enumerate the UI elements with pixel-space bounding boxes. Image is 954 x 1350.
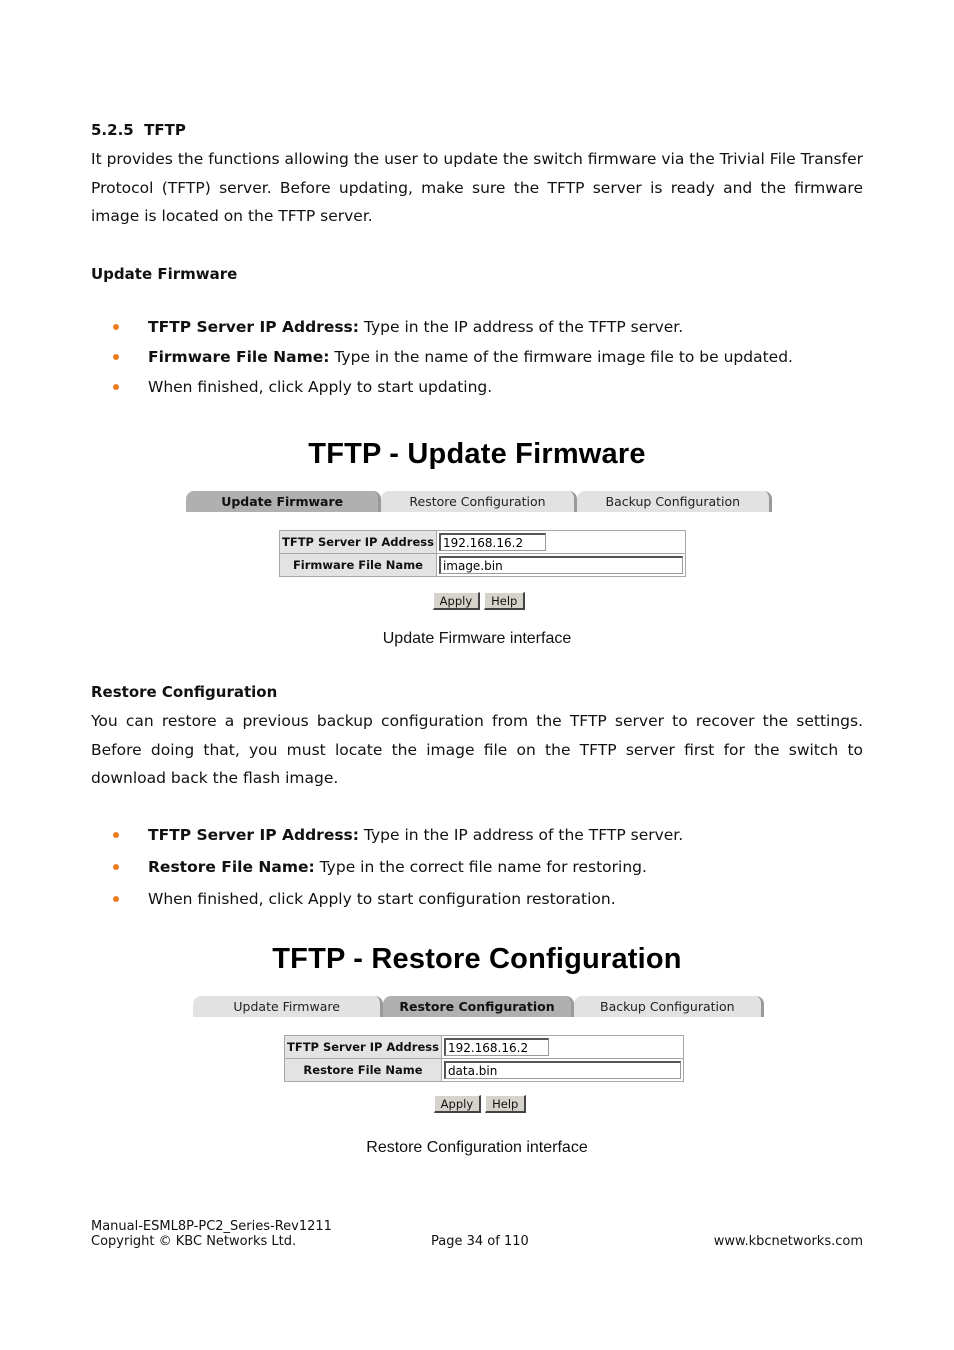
bullet-text: Type in the name of the firmware image f… xyxy=(329,348,793,366)
bullet-term: Restore File Name: xyxy=(148,858,315,876)
tab-backup-configuration[interactable]: Backup Configuration xyxy=(573,996,764,1017)
restore-button-row: Apply Help xyxy=(0,1095,954,1113)
firmware-file-label: Firmware File Name xyxy=(279,553,437,577)
update-tab-bar: Update Firmware Restore Configuration Ba… xyxy=(186,491,772,512)
footer-page-number: Page 34 of 110 xyxy=(431,1234,529,1249)
restore-configuration-heading: Restore Configuration xyxy=(91,683,278,701)
restore-bullet-list: TFTP Server IP Address: Type in the IP a… xyxy=(91,820,871,914)
table-row: TFTP Server IP Address xyxy=(284,1035,684,1059)
update-bullet-list: TFTP Server IP Address: Type in the IP a… xyxy=(91,312,871,402)
footer-website: www.kbcnetworks.com xyxy=(713,1234,863,1249)
bullet-text: Type in the IP address of the TFTP serve… xyxy=(358,318,684,336)
firmware-file-cell xyxy=(435,553,686,577)
section-title: TFTP xyxy=(144,121,186,139)
section-heading: 5.2.5 TFTP xyxy=(91,121,186,139)
tftp-ip-input[interactable] xyxy=(443,1038,549,1056)
bullet-icon xyxy=(113,324,119,330)
list-item: TFTP Server IP Address: Type in the IP a… xyxy=(91,820,871,852)
bullet-icon xyxy=(113,384,119,390)
restore-file-label: Restore File Name xyxy=(284,1058,442,1082)
tab-restore-configuration[interactable]: Restore Configuration xyxy=(381,491,577,512)
list-item: Firmware File Name: Type in the name of … xyxy=(91,342,871,372)
bullet-term: Firmware File Name: xyxy=(148,348,330,366)
restore-intro: You can restore a previous backup config… xyxy=(91,712,863,787)
firmware-file-input[interactable] xyxy=(438,556,683,574)
table-row: Firmware File Name xyxy=(279,553,686,577)
tftp-ip-input[interactable] xyxy=(438,533,546,551)
update-button-row: Apply Help xyxy=(0,592,954,610)
section-intro: It provides the functions allowing the u… xyxy=(91,150,863,225)
restore-file-cell xyxy=(440,1058,684,1082)
table-row: Restore File Name xyxy=(284,1058,684,1082)
help-button[interactable]: Help xyxy=(484,592,526,610)
tftp-ip-cell xyxy=(435,530,686,554)
apply-button[interactable]: Apply xyxy=(433,1095,482,1113)
list-item: TFTP Server IP Address: Type in the IP a… xyxy=(91,312,871,342)
tab-backup-configuration[interactable]: Backup Configuration xyxy=(576,491,772,512)
footer-copyright: Copyright © KBC Networks Ltd. xyxy=(91,1234,297,1249)
bullet-term: TFTP Server IP Address: xyxy=(148,826,359,844)
bullet-term: TFTP Server IP Address: xyxy=(148,318,359,336)
footer-doc-id: Manual-ESML8P-PC2_Series-Rev1211 xyxy=(91,1219,332,1234)
section-number: 5.2.5 xyxy=(91,121,134,139)
bullet-icon xyxy=(113,896,119,902)
restore-form-table: TFTP Server IP Address Restore File Name xyxy=(284,1035,684,1082)
restore-file-input[interactable] xyxy=(443,1061,681,1079)
apply-button[interactable]: Apply xyxy=(432,592,481,610)
tab-update-firmware[interactable]: Update Firmware xyxy=(193,996,384,1017)
bullet-icon xyxy=(113,354,119,360)
tftp-ip-label: TFTP Server IP Address xyxy=(279,530,437,554)
update-form-table: TFTP Server IP Address Firmware File Nam… xyxy=(279,530,686,577)
bullet-icon xyxy=(113,832,119,838)
tftp-ip-label: TFTP Server IP Address xyxy=(284,1035,442,1059)
bullet-text: Type in the correct file name for restor… xyxy=(314,858,647,876)
table-row: TFTP Server IP Address xyxy=(279,530,686,554)
list-item: When finished, click Apply to start upda… xyxy=(91,372,871,402)
update-screenshot-title: TFTP - Update Firmware xyxy=(308,438,646,470)
restore-tab-bar: Update Firmware Restore Configuration Ba… xyxy=(193,996,764,1017)
restore-caption: Restore Configuration interface xyxy=(366,1139,588,1156)
tftp-ip-cell xyxy=(440,1035,684,1059)
list-item: Restore File Name: Type in the correct f… xyxy=(91,852,871,884)
tab-restore-configuration[interactable]: Restore Configuration xyxy=(383,996,574,1017)
bullet-text: Type in the IP address of the TFTP serve… xyxy=(358,826,684,844)
help-button[interactable]: Help xyxy=(485,1095,527,1113)
restore-screenshot-title: TFTP - Restore Configuration xyxy=(272,943,682,975)
update-caption: Update Firmware interface xyxy=(382,630,572,647)
bullet-icon xyxy=(113,864,119,870)
update-firmware-heading: Update Firmware xyxy=(91,265,238,283)
bullet-text: When finished, click Apply to start conf… xyxy=(148,890,616,908)
list-item: When finished, click Apply to start conf… xyxy=(91,884,871,914)
bullet-text: When finished, click Apply to start upda… xyxy=(148,378,493,396)
tab-update-firmware[interactable]: Update Firmware xyxy=(186,491,382,512)
